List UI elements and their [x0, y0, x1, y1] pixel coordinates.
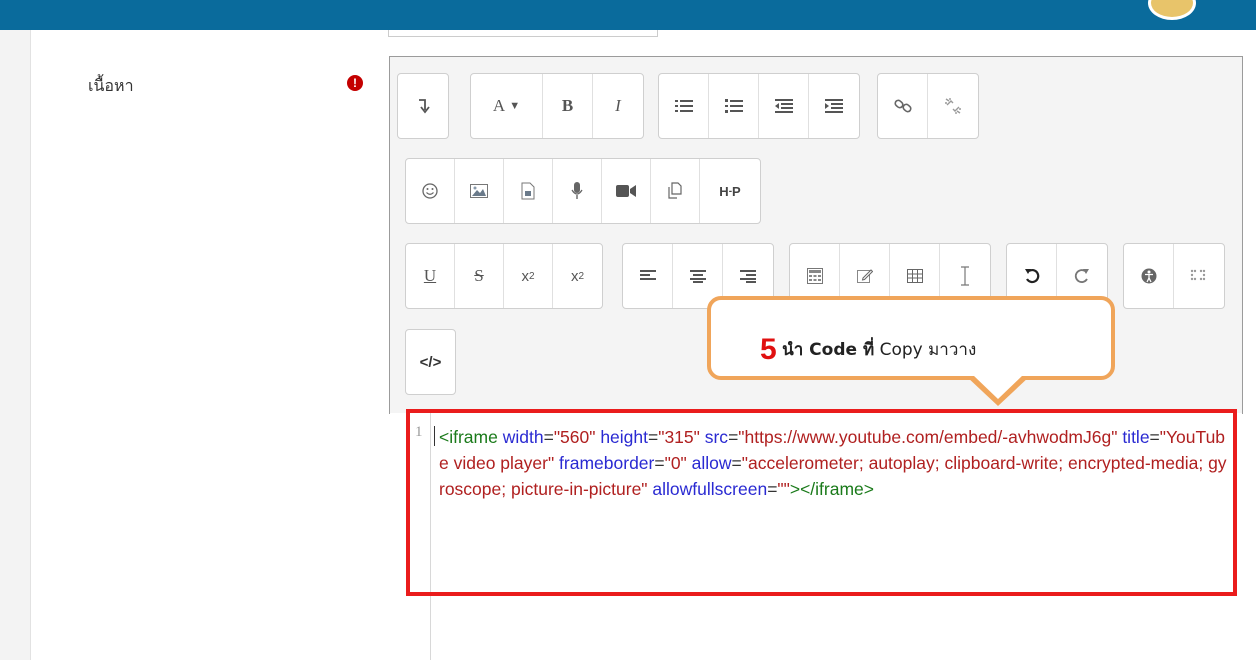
toolbar-group-accessibility: [1123, 243, 1225, 309]
record-audio-icon[interactable]: [553, 159, 602, 223]
field-label: เนื้อหา: [88, 76, 134, 95]
image-icon[interactable]: [455, 159, 504, 223]
strikethrough-button[interactable]: S: [455, 244, 504, 308]
unordered-list-icon[interactable]: [659, 74, 709, 138]
toolbar-group-links: [877, 73, 979, 139]
emoji-icon[interactable]: [406, 159, 455, 223]
callout-rest-text: Copy มาวาง: [879, 340, 977, 360]
toolbar-group-format: U S x2 x2: [405, 243, 603, 309]
callout-text: 5 นำ Code ที่ Copy มาวาง: [760, 333, 976, 367]
h5p-icon[interactable]: H-P: [700, 159, 760, 223]
outdent-icon[interactable]: [759, 74, 809, 138]
toolbar-group-media: H-P: [405, 158, 761, 224]
highlight-box: [406, 409, 1237, 596]
accessibility-icon[interactable]: [1124, 244, 1174, 308]
previous-field-input[interactable]: [388, 30, 658, 37]
bold-button[interactable]: B: [543, 74, 593, 138]
required-exclamation-icon: !: [347, 75, 363, 91]
html-source-icon[interactable]: </>: [406, 330, 455, 394]
collapse-icon[interactable]: [398, 74, 448, 138]
braille-icon[interactable]: [1174, 244, 1224, 308]
media-icon[interactable]: [504, 159, 553, 223]
top-navbar: [0, 0, 1256, 30]
underline-button[interactable]: U: [406, 244, 455, 308]
left-margin: [0, 30, 30, 660]
manage-files-icon[interactable]: [651, 159, 700, 223]
toolbar-group-lists: [658, 73, 860, 139]
italic-button[interactable]: I: [593, 74, 643, 138]
toolbar-group-html: </>: [405, 329, 456, 395]
superscript-button[interactable]: x2: [553, 244, 602, 308]
unlink-icon[interactable]: [928, 74, 978, 138]
indent-icon[interactable]: [809, 74, 859, 138]
callout-step-number: 5: [760, 333, 777, 366]
toolbar-group-style: A ▼ B I: [470, 73, 644, 139]
align-left-icon[interactable]: [623, 244, 673, 308]
subscript-button[interactable]: x2: [504, 244, 553, 308]
callout-tail-fill: [973, 375, 1023, 399]
link-icon[interactable]: [878, 74, 928, 138]
ordered-list-icon[interactable]: [709, 74, 759, 138]
callout-bold-text: นำ Code ที่: [782, 340, 875, 360]
toolbar-group-collapse: [397, 73, 449, 139]
font-size-dropdown-button[interactable]: A ▼: [471, 74, 543, 138]
record-video-icon[interactable]: [602, 159, 651, 223]
